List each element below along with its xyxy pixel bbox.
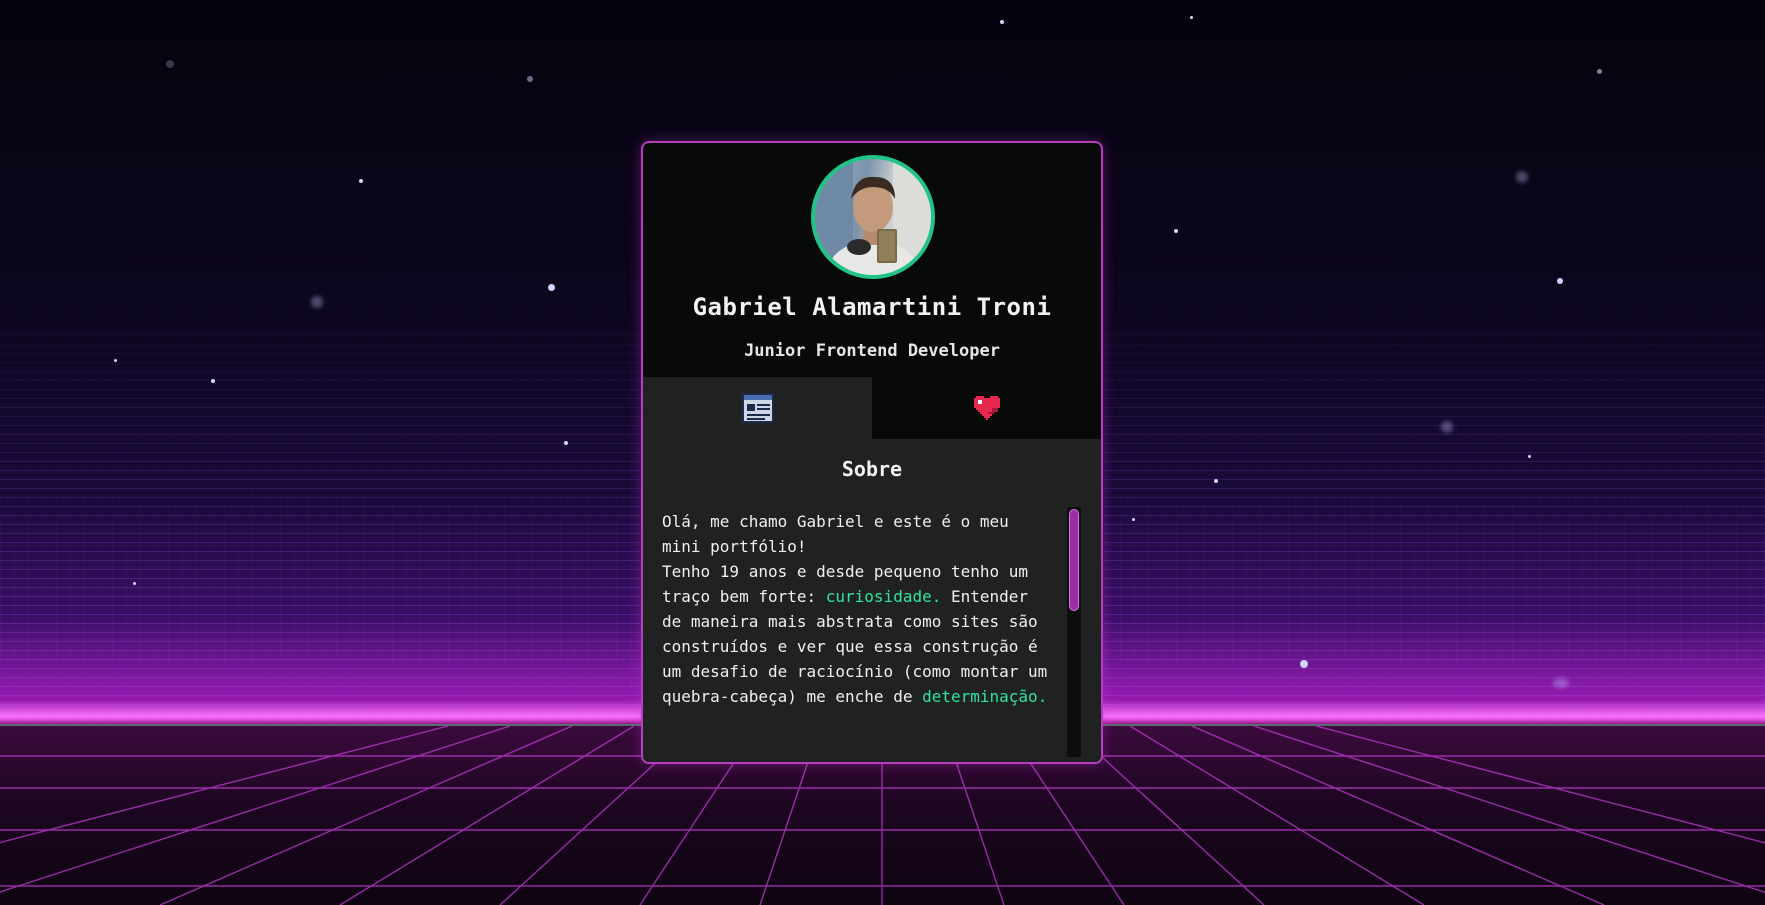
- star: [1000, 20, 1004, 24]
- star: [133, 582, 136, 585]
- about-paragraph-1: Olá, me chamo Gabriel e este é o meu min…: [662, 512, 1009, 556]
- star: [548, 284, 555, 291]
- profile-photo-icon: [815, 159, 931, 275]
- tab-bar: [643, 377, 1101, 439]
- star: [359, 179, 363, 183]
- star: [1557, 278, 1563, 284]
- scrollbar-track[interactable]: [1067, 507, 1081, 757]
- about-panel: Sobre Olá, me chamo Gabriel e este é o m…: [643, 439, 1101, 762]
- section-title: Sobre: [841, 457, 903, 481]
- tab-about[interactable]: [643, 377, 872, 439]
- avatar: [811, 155, 935, 279]
- star: [1516, 171, 1528, 183]
- profile-name: Gabriel Alamartini Troni: [692, 293, 1052, 321]
- star: [166, 60, 174, 68]
- star: [1132, 518, 1135, 521]
- star: [1441, 421, 1453, 433]
- profile-card: Gabriel Alamartini Troni Junior Frontend…: [641, 141, 1103, 764]
- profile-role: Junior Frontend Developer: [744, 341, 1000, 361]
- highlight-determination: determinação.: [922, 687, 1048, 706]
- star: [114, 359, 117, 362]
- about-text[interactable]: Olá, me chamo Gabriel e este é o meu min…: [662, 509, 1052, 759]
- star: [1300, 660, 1308, 668]
- star: [1190, 16, 1193, 19]
- star: [564, 441, 568, 445]
- star: [1528, 455, 1531, 458]
- heart-icon: [973, 396, 1000, 420]
- about-paragraph-2: Tenho 19 anos e desde pequeno tenho um t…: [662, 559, 1052, 709]
- highlight-curiosity: curiosidade.: [825, 587, 942, 606]
- scrollbar-thumb[interactable]: [1069, 509, 1079, 611]
- document-icon: [741, 393, 774, 423]
- star: [1597, 69, 1602, 74]
- star: [311, 296, 323, 308]
- tab-likes[interactable]: [872, 377, 1101, 439]
- star: [527, 76, 533, 82]
- star: [211, 379, 215, 383]
- star: [1553, 678, 1569, 688]
- star: [1214, 479, 1218, 483]
- star: [1174, 229, 1178, 233]
